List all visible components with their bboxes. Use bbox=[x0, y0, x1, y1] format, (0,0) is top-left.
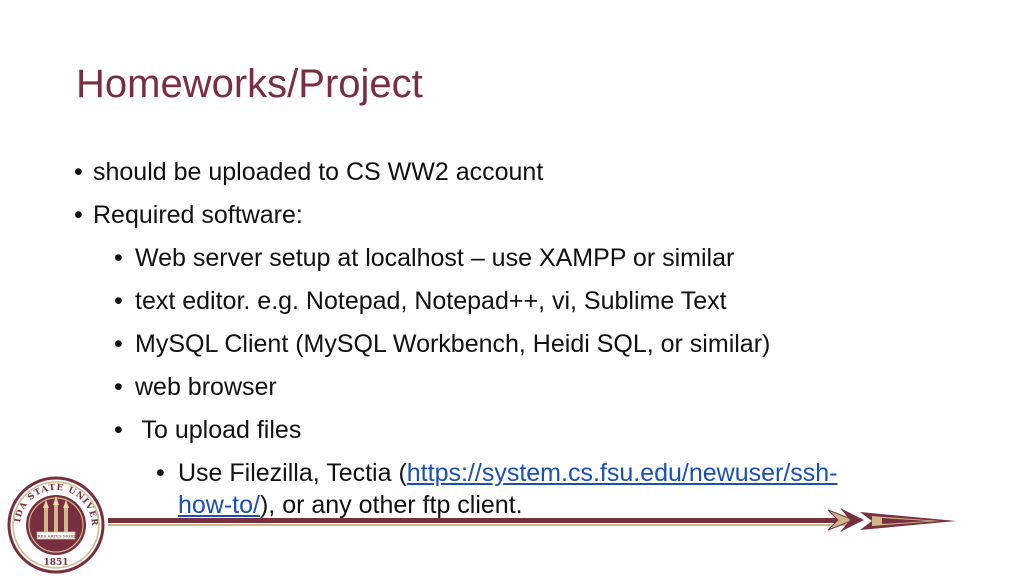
bullet-dot: • bbox=[74, 201, 83, 229]
seal-motto: VIRES ARTES MORES bbox=[32, 534, 79, 539]
sub-bullet-web-server: Web server setup at localhost – use XAMP… bbox=[135, 244, 735, 272]
ftp-client-text: ), or any other ftp client. bbox=[259, 491, 523, 519]
bullet-dot: • bbox=[74, 158, 83, 186]
filezilla-text: Use Filezilla, Tectia ( bbox=[178, 459, 407, 487]
footer-line bbox=[108, 518, 828, 523]
seal-year: 1851 bbox=[43, 558, 68, 568]
bullet-dot: • bbox=[114, 287, 123, 315]
sub-sub-bullet-line1: Use Filezilla, Tectia (https://system.cs… bbox=[178, 458, 838, 488]
sub-sub-bullet-line2: how-to/), or any other ftp client. bbox=[178, 490, 523, 520]
sub-bullet-upload-files: To upload files bbox=[135, 416, 302, 444]
slide-title: Homeworks/Project bbox=[76, 62, 423, 106]
bullet-dot: • bbox=[114, 373, 123, 401]
bullet-dot: • bbox=[114, 416, 123, 444]
bullet-required-software: Required software: bbox=[93, 201, 303, 229]
bullet-dot: • bbox=[156, 459, 165, 487]
slide: Homeworks/Project • should be uploaded t… bbox=[0, 0, 1024, 576]
fsu-seal-icon: FLORIDA STATE UNIVERSITY VIRES ARTES MOR… bbox=[6, 476, 105, 574]
sub-bullet-text-editor: text editor. e.g. Notepad, Notepad++, vi… bbox=[135, 287, 727, 315]
bullet-upload: should be uploaded to CS WW2 account bbox=[93, 158, 544, 186]
spear-icon bbox=[820, 508, 956, 532]
ssh-howto-link[interactable]: https://system.cs.fsu.edu/newuser/ssh- bbox=[407, 459, 838, 487]
footer-line-gold bbox=[108, 524, 828, 526]
sub-bullet-web-browser: web browser bbox=[135, 373, 277, 401]
bullet-dot: • bbox=[114, 330, 123, 358]
ssh-howto-link-cont[interactable]: how-to/ bbox=[178, 491, 260, 519]
sub-bullet-mysql-client: MySQL Client (MySQL Workbench, Heidi SQL… bbox=[135, 330, 771, 358]
bullet-dot: • bbox=[114, 244, 123, 272]
